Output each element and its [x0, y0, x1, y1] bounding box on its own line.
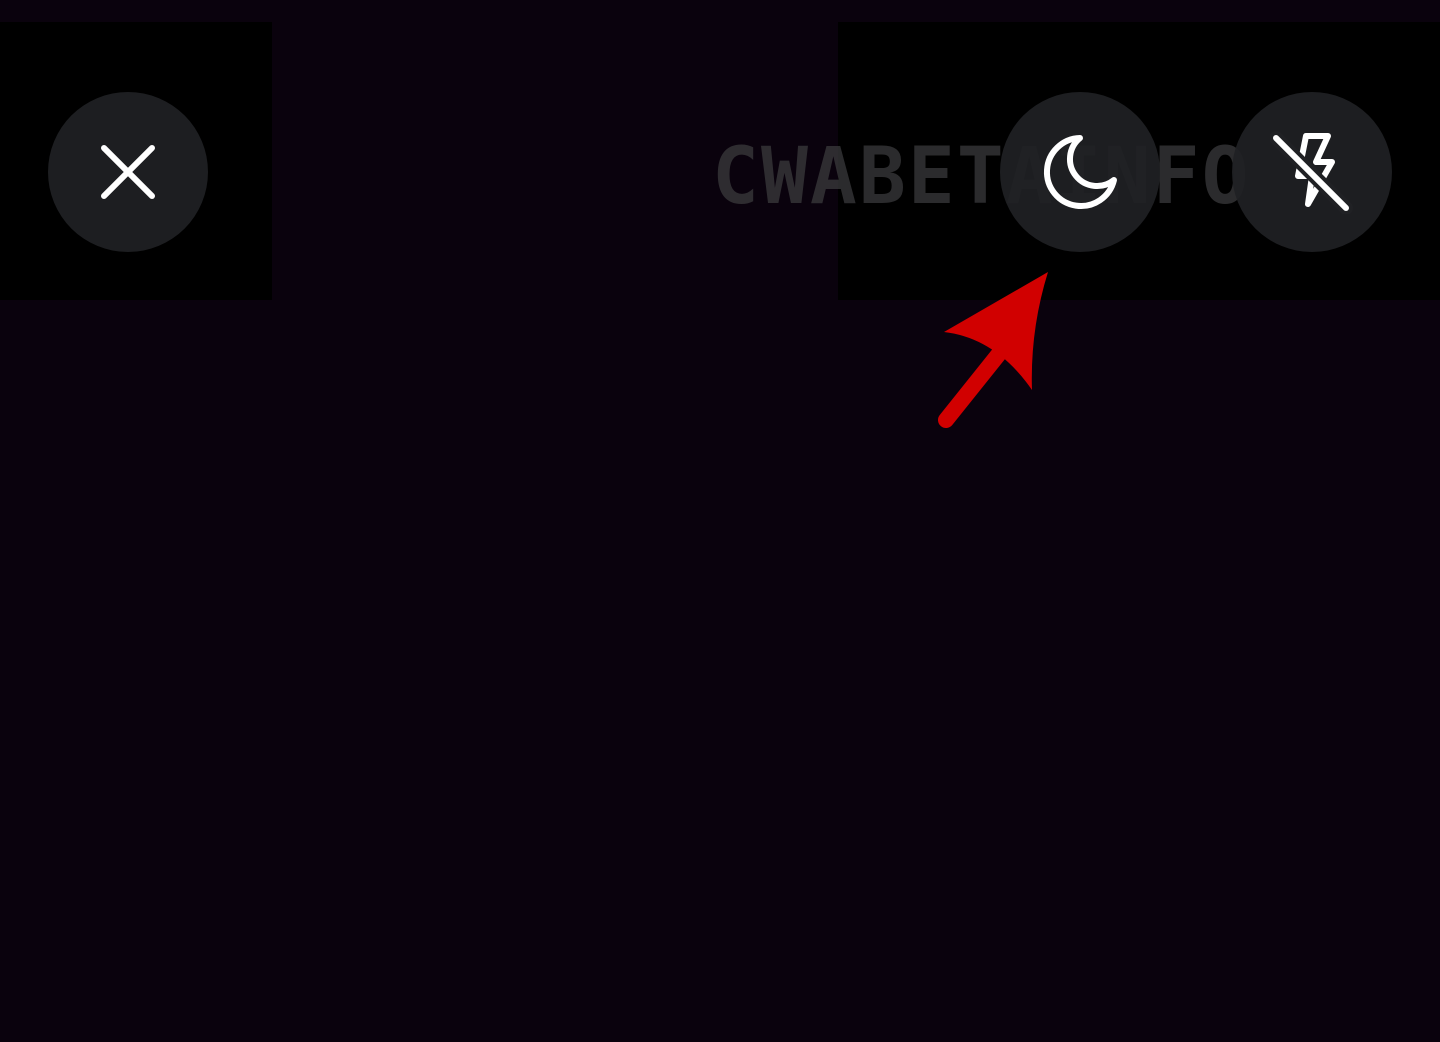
close-button[interactable]	[48, 92, 208, 252]
camera-screen: CWABETAINFO	[0, 0, 1440, 1042]
moon-icon	[1040, 132, 1120, 212]
flash-toggle-button[interactable]	[1232, 92, 1392, 252]
night-mode-button[interactable]	[1000, 92, 1160, 252]
close-icon	[98, 142, 158, 202]
flash-off-icon	[1270, 130, 1354, 214]
red-arrow-annotation	[938, 272, 1048, 428]
